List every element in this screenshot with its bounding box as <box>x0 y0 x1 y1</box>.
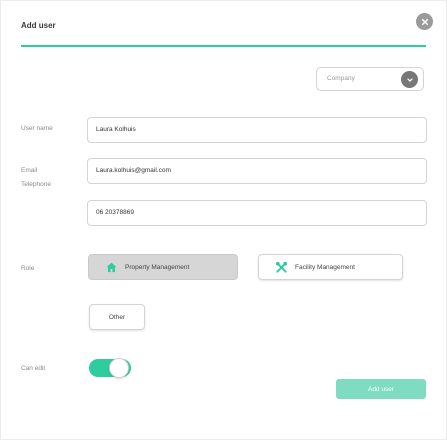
company-select-value: Company <box>327 75 355 82</box>
can-edit-toggle[interactable] <box>89 358 131 378</box>
tools-icon <box>275 261 288 274</box>
username-input[interactable]: Laura Kolhuis <box>87 117 427 143</box>
company-select[interactable]: Company <box>316 67 424 91</box>
toggle-knob <box>109 358 129 378</box>
dialog-header: Add user <box>21 1 433 47</box>
close-button[interactable] <box>416 13 433 30</box>
dialog-title: Add user <box>21 21 56 30</box>
company-dropdown-button[interactable] <box>401 71 418 88</box>
telephone-input[interactable]: 06 20378869 <box>87 200 427 226</box>
add-user-dialog: Add user Company User name Laura Kolhuis… <box>0 0 447 440</box>
email-label: Email <box>21 167 38 174</box>
can-edit-label: Can edit <box>21 365 46 372</box>
home-icon <box>105 261 118 274</box>
close-icon <box>421 18 428 25</box>
role-option-other[interactable]: Other <box>89 304 145 330</box>
role-option-label: Other <box>108 313 126 321</box>
email-input[interactable]: Laura.kolhuis@gmail.com <box>87 158 427 184</box>
add-user-button[interactable]: Add user <box>336 379 426 399</box>
role-option-facility-management[interactable]: Facility Management <box>258 254 403 280</box>
role-option-label: Facility Management <box>295 263 355 271</box>
telephone-label: Telephone <box>21 181 51 188</box>
role-option-property-management[interactable]: Property Management <box>88 254 238 280</box>
role-label: Role <box>21 265 35 272</box>
role-option-label: Property Management <box>125 263 190 271</box>
chevron-down-icon <box>406 77 413 82</box>
username-label: User name <box>21 125 53 132</box>
